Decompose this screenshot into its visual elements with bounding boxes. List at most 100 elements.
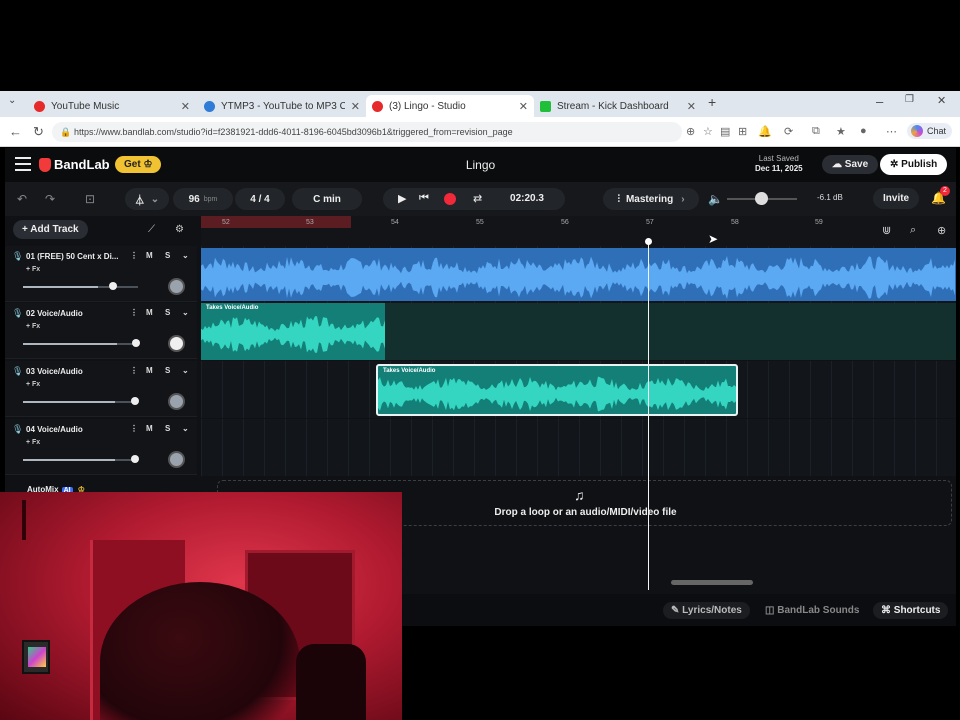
pan-knob[interactable] <box>168 451 185 468</box>
tempo-field[interactable]: 96 bpm <box>173 188 233 210</box>
mastering-button[interactable]: ⫶ Mastering › <box>603 188 699 210</box>
tab-kick-dashboard[interactable]: Stream - Kick Dashboard ✕ <box>534 95 702 117</box>
minimize-icon[interactable]: – <box>876 94 883 109</box>
track-name[interactable]: 03 Voice/Audio <box>26 367 126 376</box>
track-lane-03[interactable]: Takes Voice/Audio <box>201 361 956 418</box>
skip-to-start-icon[interactable]: ⏮ <box>419 192 429 205</box>
solo-button[interactable]: S <box>165 251 170 260</box>
track-header-04[interactable]: 🎙 04 Voice/Audio + Fx ⋮ M S ⌄ <box>5 419 197 475</box>
chevron-down-icon[interactable]: ⌄ <box>182 366 189 375</box>
volume-slider[interactable] <box>23 343 138 345</box>
more-options-icon[interactable]: ⋮ <box>130 308 138 317</box>
track-name[interactable]: 01 (FREE) 50 Cent x Di... <box>26 252 126 261</box>
bell-icon[interactable]: 🔔 <box>758 125 772 138</box>
add-fx-button[interactable]: + Fx <box>26 381 40 388</box>
close-icon[interactable]: ✕ <box>687 100 696 113</box>
undo-icon[interactable]: ↶ <box>17 192 27 206</box>
shortcuts-button[interactable]: ⌘ Shortcuts <box>873 602 949 619</box>
solo-button[interactable]: S <box>165 366 170 375</box>
new-tab-icon[interactable]: + <box>708 94 716 110</box>
more-options-icon[interactable]: ⋮ <box>130 424 138 433</box>
reload-icon[interactable]: ↻ <box>33 124 44 140</box>
beat-audio-clip[interactable] <box>201 248 956 301</box>
close-icon[interactable]: ✕ <box>519 100 528 113</box>
time-signature-field[interactable]: 4 / 4 <box>235 188 285 210</box>
zoom-out-icon[interactable]: ⌕ <box>910 224 916 237</box>
pan-knob[interactable] <box>168 335 185 352</box>
bandlab-sounds-button[interactable]: ◫ BandLab Sounds <box>757 602 867 619</box>
voice-audio-clip-selected[interactable]: Takes Voice/Audio <box>376 364 738 416</box>
close-icon[interactable]: ✕ <box>181 100 190 113</box>
tab-youtube-music[interactable]: YouTube Music ✕ <box>28 95 196 117</box>
record-button[interactable] <box>444 193 456 205</box>
more-options-icon[interactable]: ⋮ <box>130 251 138 260</box>
master-volume-knob[interactable] <box>755 192 768 205</box>
timeline-ruler[interactable]: 52 53 54 55 56 57 58 59 <box>201 216 956 246</box>
mute-button[interactable]: M <box>146 308 153 317</box>
close-icon[interactable]: ✕ <box>351 100 360 113</box>
tab-actions-icon[interactable]: ⌄ <box>8 95 16 106</box>
pan-knob[interactable] <box>168 278 185 295</box>
favorites-icon[interactable]: ★ <box>836 125 846 138</box>
lyrics-notes-button[interactable]: ✎ Lyrics/Notes <box>663 602 750 619</box>
voice-audio-clip[interactable]: Takes Voice/Audio <box>201 303 385 360</box>
reader-icon[interactable]: ▤ <box>720 125 730 138</box>
zoom-in-icon[interactable]: ⊕ <box>937 224 946 237</box>
track-settings-icon[interactable]: ⚙ <box>175 224 184 235</box>
restore-icon[interactable]: ❐ <box>905 94 914 105</box>
volume-knob[interactable] <box>131 455 139 463</box>
back-icon[interactable]: ← <box>9 124 22 139</box>
speaker-icon[interactable]: 🔈 <box>708 192 723 206</box>
split-screen-icon[interactable]: ⊞ <box>738 125 747 138</box>
bandlab-logo[interactable]: BandLab <box>39 157 110 172</box>
extensions-icon[interactable]: ⧉ <box>812 125 820 138</box>
add-fx-button[interactable]: + Fx <box>26 439 40 446</box>
more-menu-icon[interactable]: ⋯ <box>886 125 897 138</box>
wand-icon[interactable]: ⟋ <box>148 224 155 235</box>
playhead-handle[interactable] <box>645 238 652 245</box>
chevron-down-icon[interactable]: ⌄ <box>182 424 189 433</box>
tab-ytmp3[interactable]: YTMP3 - YouTube to MP3 Conver ✕ <box>198 95 366 117</box>
window-close-icon[interactable]: ✕ <box>937 94 946 107</box>
track-lane-04[interactable] <box>201 419 956 476</box>
add-fx-button[interactable]: + Fx <box>26 266 40 273</box>
zoom-icon[interactable]: ⊕ <box>686 125 695 138</box>
add-track-button[interactable]: + Add Track <box>13 220 88 239</box>
grid-tool-icon[interactable]: ⊡ <box>85 192 95 206</box>
horizontal-scrollbar[interactable] <box>671 580 753 585</box>
track-name[interactable]: 02 Voice/Audio <box>26 309 126 318</box>
invite-button[interactable]: Invite <box>873 188 920 209</box>
volume-knob[interactable] <box>109 282 117 290</box>
favorite-star-icon[interactable]: ☆ <box>703 125 713 138</box>
profile-avatar-icon[interactable]: ● <box>860 125 867 137</box>
playhead-line[interactable] <box>648 240 649 590</box>
volume-slider[interactable] <box>23 459 138 461</box>
track-lane-01[interactable] <box>201 246 956 303</box>
save-button[interactable]: ☁ Save <box>822 155 879 174</box>
chevron-down-icon[interactable]: ⌄ <box>182 308 189 317</box>
copilot-chat-button[interactable]: Chat <box>906 123 952 139</box>
mute-button[interactable]: M <box>146 424 153 433</box>
track-lane-02[interactable]: Takes Voice/Audio <box>201 303 956 360</box>
mute-button[interactable]: M <box>146 366 153 375</box>
key-field[interactable]: C min <box>292 188 362 210</box>
chevron-down-icon[interactable]: ⌄ <box>182 251 189 260</box>
track-name[interactable]: 04 Voice/Audio <box>26 425 126 434</box>
url-field[interactable]: 🔒 https://www.bandlab.com/studio?id=f238… <box>52 122 682 142</box>
redo-icon[interactable]: ↷ <box>45 192 55 206</box>
solo-button[interactable]: S <box>165 308 170 317</box>
pan-knob[interactable] <box>168 393 185 410</box>
track-header-03[interactable]: 🎙 03 Voice/Audio + Fx ⋮ M S ⌄ <box>5 361 197 417</box>
volume-knob[interactable] <box>132 339 140 347</box>
metronome-button[interactable]: ⏃ ⌄ <box>125 188 169 210</box>
volume-slider[interactable] <box>23 286 138 288</box>
mute-button[interactable]: M <box>146 251 153 260</box>
publish-button[interactable]: ✲ Publish <box>880 154 948 175</box>
loop-icon[interactable]: ⇄ <box>473 192 482 205</box>
track-header-01[interactable]: 🎙 01 (FREE) 50 Cent x Di... + Fx ⋮ M S ⌄ <box>5 246 197 302</box>
get-membership-button[interactable]: Get ♔ <box>115 156 162 173</box>
volume-knob[interactable] <box>131 397 139 405</box>
more-options-icon[interactable]: ⋮ <box>130 366 138 375</box>
menu-icon[interactable] <box>15 157 31 171</box>
add-fx-button[interactable]: + Fx <box>26 323 40 330</box>
